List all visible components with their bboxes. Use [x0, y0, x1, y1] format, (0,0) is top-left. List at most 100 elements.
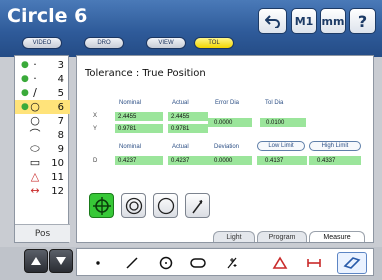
circularity-button[interactable]	[153, 193, 178, 218]
concentricity-button[interactable]	[121, 193, 146, 218]
feature-item[interactable]: ⬭ 9	[15, 142, 70, 156]
skew-icon	[343, 257, 361, 269]
page-title: Circle 6	[7, 5, 88, 27]
feature-number: 6	[57, 101, 64, 113]
point-icon: ·	[33, 72, 37, 85]
m1-button[interactable]: M1	[291, 8, 317, 34]
feature-item[interactable]: ● · 4	[15, 72, 70, 86]
slot-icon: ⬭	[30, 142, 40, 155]
feature-number: 4	[57, 73, 64, 85]
feature-item[interactable]: ● ∕ 5	[15, 86, 70, 100]
d-high-limit-value[interactable]: 0.4337	[309, 156, 361, 165]
error-dia-value: 0.0000	[208, 118, 252, 127]
circle-icon: ○	[30, 114, 40, 127]
d-deviation-value: 0.0000	[208, 156, 252, 165]
feature-item[interactable]: ⌒ 8	[15, 128, 70, 142]
runout-arrow-icon	[191, 199, 203, 213]
feature-item[interactable]: ↔ 12	[15, 184, 70, 198]
true-position-button[interactable]	[89, 193, 114, 218]
feature-number: 8	[57, 129, 64, 141]
header-tol-dia: Tol Dia	[265, 100, 284, 106]
distance-icon	[307, 259, 321, 267]
line-icon: ∕	[33, 86, 37, 99]
feature-item[interactable]: △ 11	[15, 170, 70, 184]
d-low-limit-value[interactable]: 0.4137	[257, 156, 307, 165]
blob-tool-button[interactable]	[217, 252, 247, 274]
undo-button[interactable]	[258, 8, 287, 34]
point-icon	[96, 261, 100, 265]
x-nominal-value: 2.4455	[115, 112, 163, 121]
feature-item[interactable]: ▭ 10	[15, 156, 70, 170]
tab-measure[interactable]: Measure	[309, 231, 365, 242]
tolerance-heading: Tolerance : True Position	[85, 68, 206, 79]
undo-icon	[264, 15, 280, 28]
angle-icon	[272, 256, 288, 269]
arrow-down-icon	[56, 257, 66, 265]
feature-item[interactable]: ● · 3	[15, 58, 70, 72]
feature-item[interactable]: ○ 7	[15, 114, 70, 128]
angle-icon: △	[30, 170, 40, 183]
tab-light[interactable]: Light	[213, 231, 255, 242]
d-actual-value: 0.4237	[168, 156, 208, 165]
feature-item-selected[interactable]: ● ○ 6	[15, 100, 70, 114]
concentric-circles-icon	[125, 197, 142, 214]
high-limit-label: High Limit	[309, 141, 361, 151]
arrow-up-icon	[31, 257, 41, 265]
d-nominal-value: 0.4237	[115, 156, 163, 165]
line-icon	[126, 257, 138, 269]
header-nominal: Nominal	[119, 100, 142, 106]
feature-number: 11	[51, 171, 64, 183]
tolerance-panel: Tolerance : True Position Nominal Actual…	[76, 55, 374, 243]
y-actual-value: 0.9781	[168, 124, 208, 133]
circle-tool-button[interactable]	[151, 252, 181, 274]
circle-icon	[157, 197, 174, 214]
tol-dia-value[interactable]: 0.0100	[260, 118, 306, 127]
header-deviation: Deviation	[214, 144, 240, 150]
slot-tool-button[interactable]	[183, 252, 213, 274]
d-label: D	[93, 158, 98, 164]
help-button[interactable]: ?	[349, 8, 376, 34]
tab-video[interactable]: VIDEO	[22, 37, 62, 49]
units-button[interactable]: mm	[320, 8, 346, 34]
position-label[interactable]: Pos	[15, 224, 70, 242]
feature-number: 10	[51, 157, 64, 169]
distance-icon: ↔	[30, 184, 40, 197]
tab-program[interactable]: Program	[257, 231, 307, 242]
header-error-dia: Error Dia	[215, 100, 240, 106]
point-tool-button[interactable]	[83, 252, 113, 274]
feature-list[interactable]: ● · 3 ● · 4 ● ∕ 5 ● ○ 6 ○ 7 ⌒ 8 ⬭ 9 ▭ 10…	[14, 55, 70, 243]
feature-number: 12	[51, 185, 64, 197]
low-limit-label: Low Limit	[257, 141, 305, 151]
skew-tool-button[interactable]	[337, 252, 367, 274]
line-tool-button[interactable]	[117, 252, 147, 274]
y-label: Y	[93, 126, 98, 132]
circle-icon: ○	[30, 100, 40, 113]
y-nominal-value: 0.9781	[115, 124, 163, 133]
x-label: X	[93, 113, 98, 119]
scroll-down-button[interactable]	[49, 249, 73, 273]
tab-view[interactable]: VIEW	[146, 37, 186, 49]
measure-toolbar	[76, 248, 374, 276]
header-actual-2: Actual	[172, 144, 189, 150]
header-actual: Actual	[172, 100, 189, 106]
scroll-up-button[interactable]	[24, 249, 48, 273]
title-bar: Circle 6 M1 mm ? VIDEO DRO VIEW TOL	[0, 0, 382, 57]
tab-dro[interactable]: DRO	[84, 37, 124, 49]
runout-button[interactable]	[185, 193, 210, 218]
crosshair-circle-icon	[92, 196, 111, 215]
feature-number: 9	[57, 143, 64, 155]
arc-icon: ⌒	[29, 128, 41, 141]
header-nominal-2: Nominal	[119, 144, 142, 150]
point-icon: ·	[33, 58, 37, 71]
angle-tool-button[interactable]	[265, 252, 295, 274]
feature-number: 7	[57, 115, 64, 127]
rectangle-icon: ▭	[29, 156, 41, 169]
blob-icon	[227, 257, 237, 269]
slot-icon	[190, 258, 206, 268]
x-actual-value: 2.4455	[168, 112, 208, 121]
circle-icon	[159, 256, 173, 270]
distance-tool-button[interactable]	[299, 252, 329, 274]
feature-number: 3	[57, 59, 64, 71]
tab-tol[interactable]: TOL	[194, 37, 234, 49]
feature-number: 5	[57, 87, 64, 99]
